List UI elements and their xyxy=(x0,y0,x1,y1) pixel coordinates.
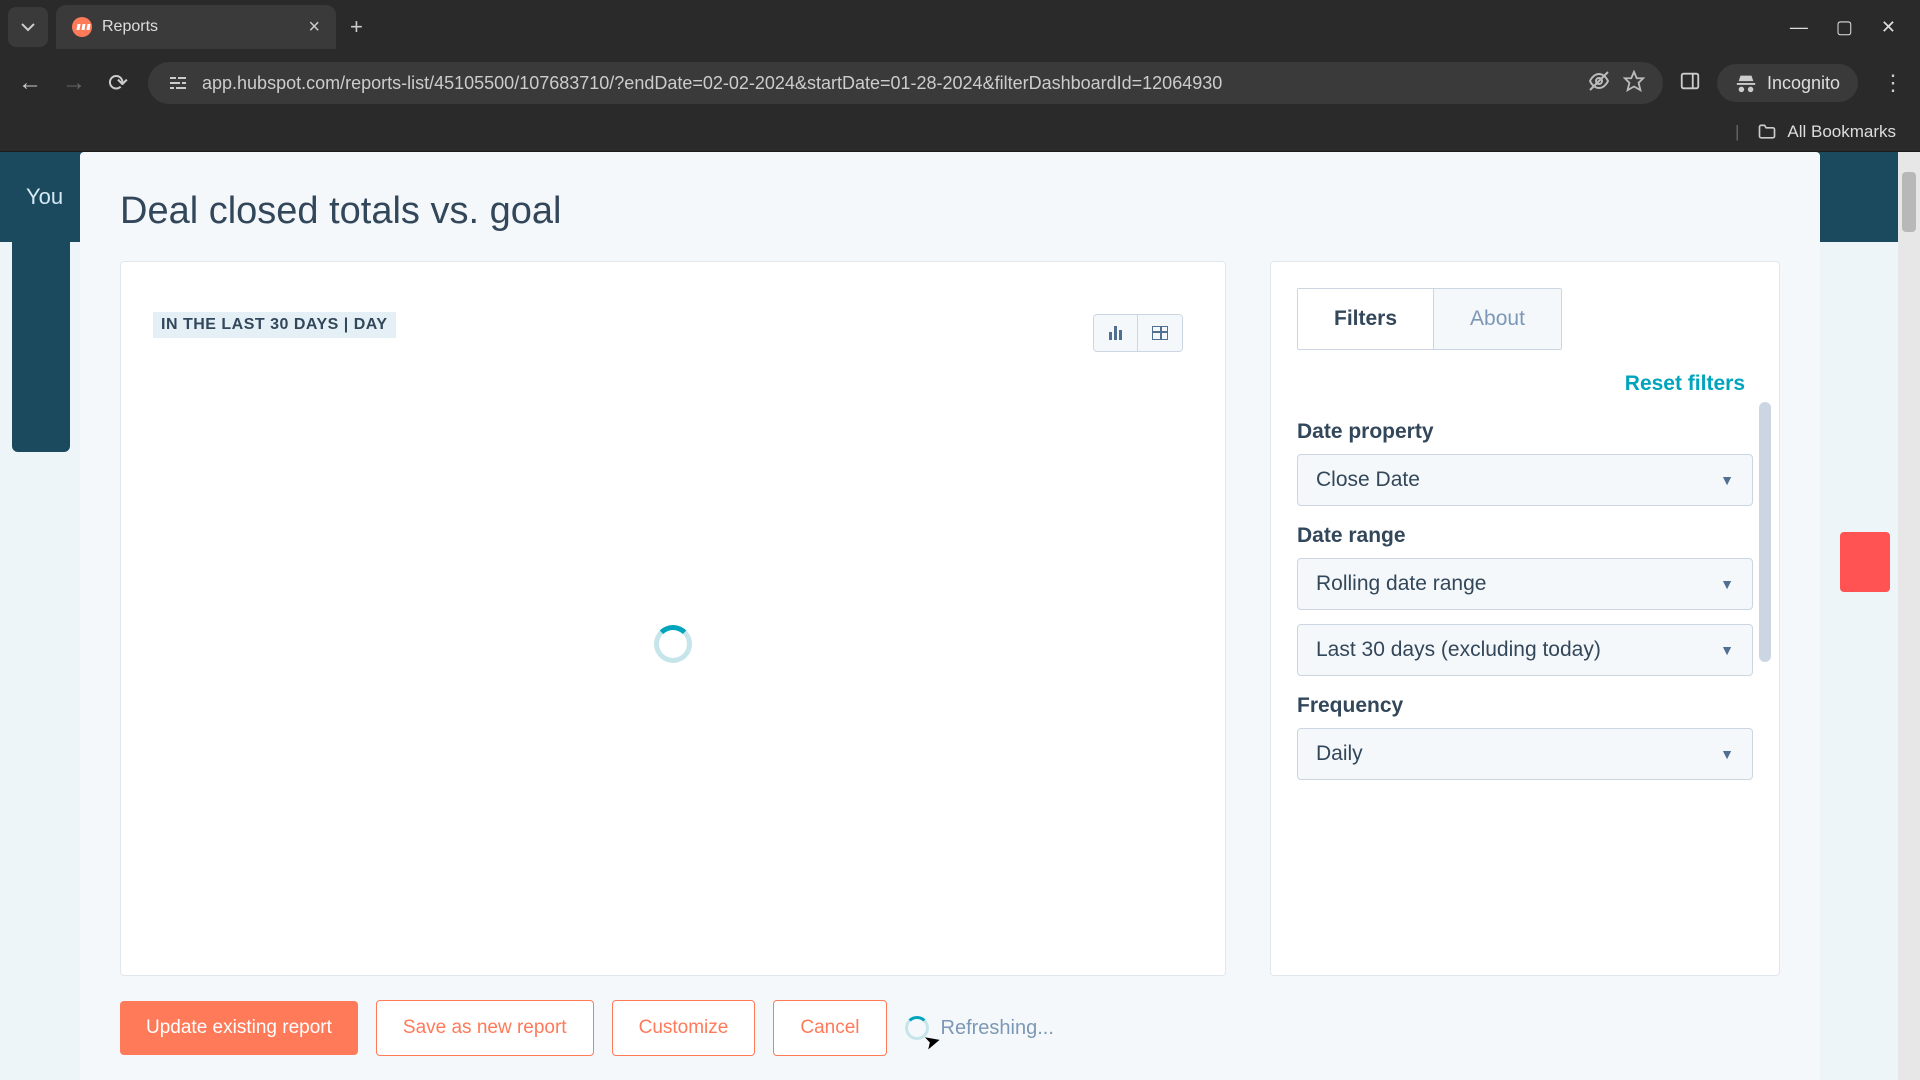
chevron-down-icon: ▼ xyxy=(1720,746,1734,762)
folder-icon xyxy=(1757,122,1777,142)
tab-search-dropdown[interactable] xyxy=(8,7,48,47)
back-button[interactable]: ← xyxy=(16,69,44,97)
select-date-range-type[interactable]: Rolling date range ▼ xyxy=(1297,558,1753,610)
kebab-menu-icon[interactable]: ⋮ xyxy=(1882,70,1904,96)
incognito-badge[interactable]: Incognito xyxy=(1717,64,1858,102)
page-scrollbar[interactable] xyxy=(1898,152,1920,1080)
chart-loading xyxy=(153,338,1193,949)
select-frequency[interactable]: Daily ▼ xyxy=(1297,728,1753,780)
select-date-range-preset-value: Last 30 days (excluding today) xyxy=(1316,638,1601,662)
close-window-icon[interactable]: ✕ xyxy=(1881,17,1896,38)
chart-range-badge: IN THE LAST 30 DAYS | DAY xyxy=(153,312,396,338)
new-tab-button[interactable]: + xyxy=(350,14,363,40)
modal-title: Deal closed totals vs. goal xyxy=(120,190,1780,233)
bar-chart-icon xyxy=(1109,326,1122,340)
select-date-property[interactable]: Close Date ▼ xyxy=(1297,454,1753,506)
select-frequency-value: Daily xyxy=(1316,742,1363,766)
tab-about[interactable]: About xyxy=(1433,289,1561,349)
hubspot-favicon xyxy=(72,17,92,37)
reload-button[interactable]: ⟳ xyxy=(104,69,132,98)
browser-chrome: Reports × + — ▢ ✕ ← → ⟳ app.hubspot.com/… xyxy=(0,0,1920,152)
filter-scroll-area: Date property Close Date ▼ Date range Ro… xyxy=(1297,402,1779,949)
bg-sidebar-panel xyxy=(12,222,70,452)
modal-footer: Update existing report Save as new repor… xyxy=(120,976,1780,1080)
url-text: app.hubspot.com/reports-list/45105500/10… xyxy=(202,73,1575,94)
bg-alert-box xyxy=(1840,532,1890,592)
minimize-icon[interactable]: — xyxy=(1790,17,1808,38)
chart-view-toggle xyxy=(1093,314,1183,352)
chart-view-button[interactable] xyxy=(1094,315,1138,351)
bookmarks-bar: | All Bookmarks xyxy=(0,112,1920,152)
tab-filters[interactable]: Filters xyxy=(1298,289,1433,349)
forward-button[interactable]: → xyxy=(60,69,88,97)
incognito-icon xyxy=(1735,72,1757,94)
reset-filters-link[interactable]: Reset filters xyxy=(1297,350,1779,402)
filters-scrollbar[interactable] xyxy=(1759,402,1771,662)
maximize-icon[interactable]: ▢ xyxy=(1836,17,1853,38)
eye-off-icon[interactable] xyxy=(1587,69,1611,98)
label-date-range: Date range xyxy=(1297,524,1753,548)
update-report-button[interactable]: Update existing report xyxy=(120,1001,358,1055)
select-date-range-value: Rolling date range xyxy=(1316,572,1486,596)
window-controls: — ▢ ✕ xyxy=(1790,17,1920,38)
chevron-down-icon: ▼ xyxy=(1720,472,1734,488)
filter-tabs: Filters About xyxy=(1297,288,1562,350)
site-settings-icon[interactable] xyxy=(166,71,190,95)
cancel-button[interactable]: Cancel xyxy=(773,1000,886,1056)
incognito-label: Incognito xyxy=(1767,73,1840,94)
tab-title: Reports xyxy=(102,18,298,36)
chart-panel: IN THE LAST 30 DAYS | DAY xyxy=(120,261,1226,976)
report-modal: Deal closed totals vs. goal IN THE LAST … xyxy=(80,152,1820,1080)
select-date-property-value: Close Date xyxy=(1316,468,1420,492)
label-date-property: Date property xyxy=(1297,420,1753,444)
star-icon[interactable] xyxy=(1623,70,1645,97)
browser-tab[interactable]: Reports × xyxy=(56,5,336,49)
all-bookmarks-button[interactable]: All Bookmarks xyxy=(1787,122,1896,142)
refreshing-status: Refreshing... ➤ xyxy=(905,1016,1054,1040)
tab-bar: Reports × + — ▢ ✕ xyxy=(0,0,1920,54)
spinner-icon xyxy=(905,1016,929,1040)
bookmarks-divider: | xyxy=(1735,122,1739,142)
chevron-down-icon: ▼ xyxy=(1720,642,1734,658)
select-date-range-preset[interactable]: Last 30 days (excluding today) ▼ xyxy=(1297,624,1753,676)
chevron-down-icon: ▼ xyxy=(1720,576,1734,592)
url-bar[interactable]: app.hubspot.com/reports-list/45105500/10… xyxy=(148,62,1663,104)
label-frequency: Frequency xyxy=(1297,694,1753,718)
table-view-button[interactable] xyxy=(1138,315,1182,351)
bg-header-text: You xyxy=(26,184,63,210)
close-icon[interactable]: × xyxy=(308,16,320,39)
table-icon xyxy=(1152,326,1168,340)
spinner-icon xyxy=(654,625,692,663)
customize-button[interactable]: Customize xyxy=(612,1000,756,1056)
app-viewport: You Deal closed totals vs. goal IN THE L… xyxy=(0,152,1920,1080)
filters-panel: Filters About Reset filters Date propert… xyxy=(1270,261,1780,976)
save-as-new-button[interactable]: Save as new report xyxy=(376,1000,594,1056)
chevron-down-icon xyxy=(20,19,36,35)
address-bar: ← → ⟳ app.hubspot.com/reports-list/45105… xyxy=(0,54,1920,112)
sidepanel-icon[interactable] xyxy=(1679,70,1701,97)
refreshing-text: Refreshing... xyxy=(941,1017,1054,1040)
